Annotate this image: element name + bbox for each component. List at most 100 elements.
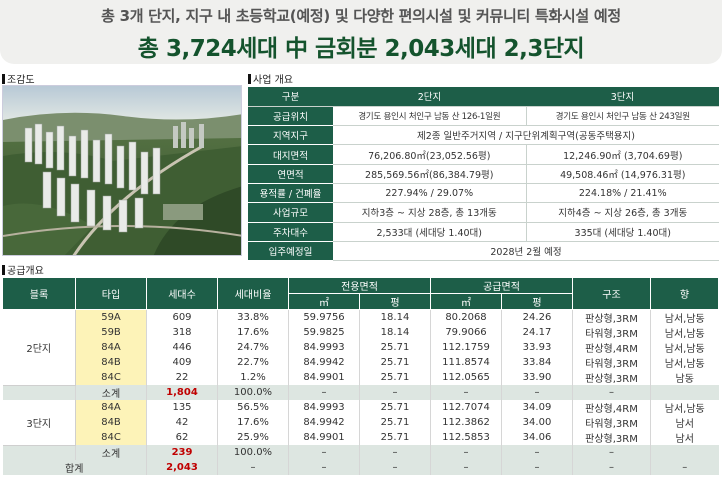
supply-header-pyeong: 평 — [501, 293, 573, 310]
cell-units: 22 — [146, 370, 218, 385]
cell-ratio: 24.7% — [217, 340, 289, 355]
supply-header-structure: 구조 — [572, 277, 651, 310]
overview-header-category: 구분 — [248, 87, 333, 107]
cell-blank — [2, 385, 76, 400]
cell-dash: – — [288, 460, 360, 475]
overview-value-block2: 76,206.80㎡(23,052.56평) — [333, 144, 527, 165]
cell-dash: – — [501, 385, 573, 400]
cell-direction: 남서 — [650, 415, 719, 430]
header-banner: 총 3개 단지, 지구 내 초등학교(예정) 및 다양한 편의시설 및 커뮤니티… — [0, 0, 722, 64]
cell-dash: – — [359, 460, 431, 475]
cell-dash: – — [572, 460, 651, 475]
cell-direction: 남서,남동 — [650, 309, 719, 325]
supply-header-sqm: ㎡ — [430, 293, 502, 310]
table-row: 84B 42 17.6% 84.9942 25.71 112.3862 34.0… — [3, 415, 719, 430]
subtotal-row-block2: 소계 1,804 100.0% – – – – – — [2, 385, 719, 400]
cell-ex-py: 25.71 — [359, 430, 431, 445]
cell-structure: 판상형,3RM — [572, 309, 651, 325]
table-row: 84C 62 25.9% 84.9901 25.71 112.5853 34.0… — [3, 430, 719, 445]
cell-sp-py: 33.90 — [501, 370, 573, 385]
cell-structure: 판상형,3RM — [572, 370, 651, 385]
cell-sp-py: 24.17 — [501, 325, 573, 340]
total-units: 2,043 — [146, 460, 218, 475]
cell-ex-m2: 84.9993 — [288, 340, 360, 355]
cell-dash: – — [650, 460, 719, 475]
supply-header-type: 타입 — [75, 277, 147, 310]
subtotal-ratio: 100.0% — [217, 385, 289, 400]
cell-sp-m2: 112.7074 — [430, 400, 502, 415]
overview-label: 사업규모 — [248, 202, 333, 223]
cell-ex-py: 25.71 — [359, 370, 431, 385]
cell-direction: 남서,남동 — [650, 400, 719, 415]
block-name-3: 3단지 — [2, 400, 76, 446]
overview-label: 연면적 — [248, 164, 333, 184]
supply-header-exclusive: 전용면적 — [288, 277, 431, 294]
supply-header-row: 블록 타입 세대수 세대비율 전용면적 공급면적 구조 향 — [2, 277, 719, 310]
section-marker-icon — [2, 74, 5, 84]
cell-dash: – — [217, 460, 289, 475]
overview-header-row: 구분 2단지 3단지 — [248, 87, 719, 107]
cell-ex-m2: 84.9901 — [288, 430, 360, 445]
supply-header-sqm: ㎡ — [288, 293, 360, 310]
cell-dash: – — [359, 445, 431, 460]
cell-ex-m2: 59.9825 — [288, 325, 360, 340]
overview-value-block2: 지하3층 ~ 지상 28층, 총 13개동 — [333, 202, 527, 223]
cell-ex-py: 18.14 — [359, 309, 431, 325]
table-row: 84A 446 24.7% 84.9993 25.71 112.1759 33.… — [3, 340, 719, 355]
cell-type: 59A — [75, 309, 147, 325]
cell-units: 42 — [146, 415, 218, 430]
overview-row-ratio: 용적률 / 건폐율 227.94% / 29.07% 224.18% / 21.… — [248, 183, 719, 204]
section-birdseye: 조감도 — [2, 71, 35, 86]
overview-row-parking: 주차대수 2,533대 (세대당 1.40대) 335대 (세대당 1.40대) — [248, 222, 719, 242]
overview-row-move-in: 입주예정일 2028년 2월 예정 — [248, 241, 719, 262]
cell-structure: 타워형,3RM — [572, 415, 651, 430]
cell-type: 84B — [75, 355, 147, 370]
cell-sp-py: 34.00 — [501, 415, 573, 430]
cell-ex-py: 25.71 — [359, 400, 431, 415]
overview-value-block2: 227.94% / 29.07% — [333, 183, 527, 204]
cell-units: 409 — [146, 355, 218, 370]
cell-ex-py: 18.14 — [359, 325, 431, 340]
overview-value-block2: 2,533대 (세대당 1.40대) — [333, 222, 527, 242]
overview-value-block3: 224.18% / 21.41% — [526, 183, 719, 204]
cell-units: 135 — [146, 400, 218, 415]
overview-header-block2: 2단지 — [333, 87, 526, 107]
cell-structure: 판상형,4RM — [572, 400, 651, 415]
overview-value-block3: 12,246.90㎡ (3,704.69평) — [526, 144, 719, 165]
cell-structure: 판상형,3RM — [572, 430, 651, 445]
cell-blank — [2, 445, 76, 460]
cell-ex-m2: 84.9942 — [288, 355, 360, 370]
header-subtitle: 총 3개 단지, 지구 내 초등학교(예정) 및 다양한 편의시설 및 커뮤니티… — [101, 7, 621, 25]
block-name-2: 2단지 — [2, 309, 76, 386]
cell-ratio: 33.8% — [217, 309, 289, 325]
cell-direction: 남동 — [650, 370, 719, 385]
supply-header-supply-area: 공급면적 — [430, 277, 573, 294]
cell-type: 84A — [75, 400, 147, 415]
cell-dash: – — [430, 385, 502, 400]
cell-units: 609 — [146, 309, 218, 325]
section-overview: 사업 개요 — [248, 71, 293, 86]
cell-dash: – — [288, 445, 360, 460]
cell-sp-m2: 79.9066 — [430, 325, 502, 340]
overview-value-block3: 경기도 용인시 처인구 남동 산 243일원 — [526, 106, 719, 127]
supply-header-ratio: 세대비율 — [217, 277, 289, 310]
cell-sp-py: 33.93 — [501, 340, 573, 355]
overview-label: 대지면적 — [248, 144, 333, 165]
subtotal-label: 소계 — [75, 445, 147, 460]
cell-ex-py: 25.71 — [359, 415, 431, 430]
overview-row-site-area: 대지면적 76,206.80㎡(23,052.56평) 12,246.90㎡ (… — [248, 144, 719, 165]
cell-blank — [650, 445, 719, 460]
overview-label: 용적률 / 건폐율 — [248, 183, 333, 204]
cell-type: 84B — [75, 415, 147, 430]
overview-row-scale: 사업규모 지하3층 ~ 지상 28층, 총 13개동 지하4층 ~ 지상 26층… — [248, 202, 719, 223]
cell-type: 59B — [75, 325, 147, 340]
cell-dash: – — [501, 460, 573, 475]
cell-direction: 남서,남동 — [650, 325, 719, 340]
table-row: 3단지 84A 135 56.5% 84.9993 25.71 112.7074… — [2, 400, 719, 446]
supply-header-direction: 향 — [650, 277, 719, 310]
birdseye-rendering — [2, 85, 242, 256]
cell-ratio: 17.6% — [217, 415, 289, 430]
subtotal-units: 1,804 — [146, 385, 218, 400]
cell-dash: – — [501, 445, 573, 460]
supply-header-units: 세대수 — [146, 277, 218, 310]
